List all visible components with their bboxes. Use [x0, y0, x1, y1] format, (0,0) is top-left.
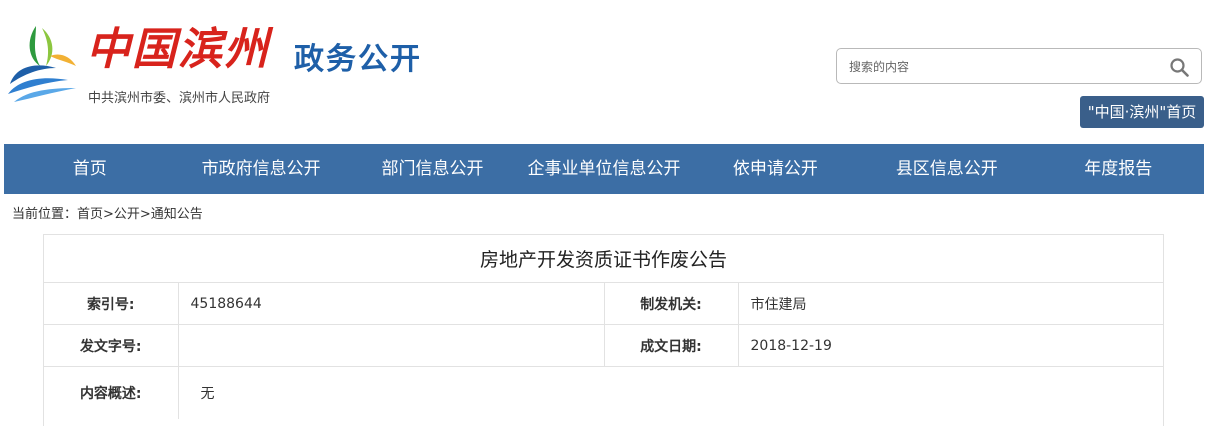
- article-card: 房地产开发资质证书作废公告 索引号: 45188644 制发机关: 市住建局 发…: [43, 234, 1164, 426]
- nav-item-county-info[interactable]: 县区信息公开: [861, 144, 1032, 194]
- organization-line: 中共滨州市委、滨州市人民政府: [88, 91, 271, 106]
- search-icon[interactable]: [1169, 57, 1189, 77]
- doc-number-value: [178, 324, 605, 367]
- city-emblem-icon[interactable]: [6, 22, 78, 104]
- nav-item-home[interactable]: 首页: [4, 144, 175, 194]
- page-title: 房地产开发资质证书作废公告: [44, 235, 1163, 283]
- index-label: 索引号:: [44, 283, 179, 325]
- site-logo-suffix[interactable]: 政务公开: [294, 40, 422, 80]
- search-input[interactable]: [847, 55, 1151, 79]
- index-value: 45188644: [178, 283, 605, 325]
- date-value: 2018-12-19: [738, 324, 1163, 367]
- site-header: 中国滨州 政务公开 中共滨州市委、滨州市人民政府 "中国·滨州"首页: [0, 0, 1210, 144]
- search-box: [836, 48, 1202, 84]
- breadcrumb: 当前位置：首页>公开>通知公告: [12, 207, 203, 222]
- site-logo-text[interactable]: 中国滨州: [86, 22, 270, 78]
- nav-item-on-request[interactable]: 依申请公开: [690, 144, 861, 194]
- table-row: 索引号: 45188644 制发机关: 市住建局: [44, 283, 1163, 325]
- issuer-label: 制发机关:: [604, 283, 739, 325]
- main-nav: 首页 市政府信息公开 部门信息公开 企事业单位信息公开 依申请公开 县区信息公开…: [4, 144, 1204, 194]
- doc-number-label: 发文字号:: [44, 324, 179, 367]
- summary-value: 无: [200, 386, 215, 402]
- article-meta-table: 索引号: 45188644 制发机关: 市住建局 发文字号: 成文日期: 201…: [44, 283, 1163, 419]
- table-row: 内容概述: 无: [44, 366, 1163, 419]
- nav-item-city-gov-info[interactable]: 市政府信息公开: [175, 144, 346, 194]
- nav-item-enterprise-info[interactable]: 企事业单位信息公开: [518, 144, 689, 194]
- date-label: 成文日期:: [604, 324, 739, 367]
- summary-label: 内容概述:: [44, 366, 179, 419]
- portal-home-link[interactable]: "中国·滨州"首页: [1080, 96, 1204, 128]
- nav-item-annual-report[interactable]: 年度报告: [1033, 144, 1204, 194]
- nav-item-department-info[interactable]: 部门信息公开: [347, 144, 518, 194]
- table-row: 发文字号: 成文日期: 2018-12-19: [44, 324, 1163, 367]
- issuer-value: 市住建局: [738, 283, 1163, 325]
